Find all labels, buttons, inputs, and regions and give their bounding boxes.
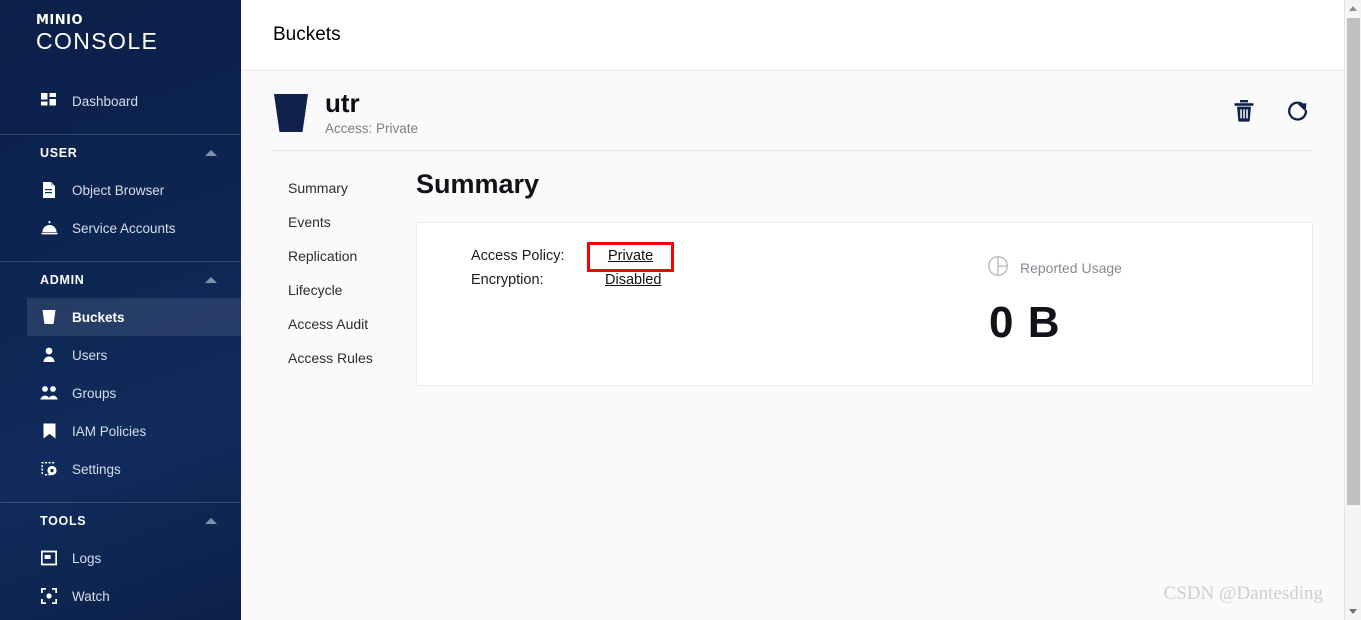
field-access-policy: Access Policy: Private [471,241,977,272]
access-policy-highlight: Private [587,241,675,272]
sidebar-item-label: Service Accounts [72,220,176,236]
page-header: Buckets [241,0,1361,71]
bucket-access-line: Access: Private [325,120,419,136]
field-label: Access Policy: [471,247,565,264]
sidebar-item-users[interactable]: Users [0,336,241,374]
sidebar-section-label: ADMIN [40,273,85,288]
main-content: Buckets utr Access: Private Summary Even… [241,0,1361,620]
sidebar-section-label: USER [40,146,78,161]
chevron-up-icon [205,150,217,157]
sidebar-section-label: TOOLS [40,514,87,529]
bucket-tabs: Summary Events Replication Lifecycle Acc… [241,173,416,386]
sidebar-item-label: Groups [72,385,117,401]
sidebar-item-watch[interactable]: Watch [0,577,241,615]
bookmark-icon [40,422,58,440]
sidebar-item-iam-policies[interactable]: IAM Policies [0,412,241,450]
logo-product: CONSOLE [36,28,159,54]
sidebar-section-user[interactable]: USER [0,135,241,171]
vertical-scrollbar[interactable] [1344,0,1361,620]
gear-icon [40,460,58,478]
tab-access-rules[interactable]: Access Rules [288,343,416,377]
bucket-name: utr [325,88,360,118]
sidebar-item-object-browser[interactable]: Object Browser [0,171,241,209]
pie-chart-icon [987,255,1009,282]
tab-access-audit[interactable]: Access Audit [288,309,416,343]
sidebar-item-trace[interactable]: Trace [0,615,241,620]
summary-fields: Access Policy: Private Encryption: Disab… [417,223,977,385]
sidebar-item-logs[interactable]: Logs [0,539,241,577]
summary-panel: Summary Access Policy: Private Encryptio… [416,169,1361,386]
chevron-up-icon [205,277,217,284]
trash-icon [1233,99,1255,126]
summary-card: Access Policy: Private Encryption: Disab… [416,221,1313,386]
app-logo[interactable]: MINIO CONSOLE [0,0,241,54]
refresh-button[interactable] [1285,99,1311,125]
tab-label: Events [288,213,331,230]
groups-icon [40,384,58,402]
sidebar-item-label: IAM Policies [72,423,147,439]
scroll-thumb[interactable] [1347,18,1360,505]
bucket-body: Summary Events Replication Lifecycle Acc… [241,151,1361,386]
sidebar-item-label: Users [72,347,108,363]
bucket-meta: utr Access: Private [325,89,1231,136]
reported-usage-header: Reported Usage [987,255,1122,282]
chevron-up-icon [1349,6,1357,11]
tab-label: Lifecycle [288,281,343,298]
tab-lifecycle[interactable]: Lifecycle [288,275,416,309]
user-icon [40,346,58,364]
reported-usage-block: Reported Usage 0 B [987,223,1122,385]
sidebar-item-label: Dashboard [72,93,139,109]
logo-brand: MINIO [36,13,84,28]
tab-label: Replication [288,247,358,264]
sidebar-item-settings[interactable]: Settings [0,450,241,488]
bucket-icon [40,308,58,326]
encryption-value: Disabled [605,271,661,289]
reported-usage-value: 0 B [989,297,1061,347]
scroll-down-button[interactable] [1345,603,1361,620]
page-title: Buckets [273,24,341,45]
access-policy-link[interactable]: Private [608,248,653,264]
logs-icon [40,549,58,567]
tab-summary[interactable]: Summary [288,173,416,207]
sidebar-item-label: Object Browser [72,182,165,198]
watermark: CSDN @Dantesding [1163,583,1323,604]
minio-console-window: MINIO CONSOLE Dashboard USER Object Brow… [0,0,1361,620]
chevron-down-icon [1349,609,1357,614]
delete-bucket-button[interactable] [1231,99,1257,125]
document-icon [40,181,58,199]
dashboard-icon [40,92,58,110]
sidebar: MINIO CONSOLE Dashboard USER Object Brow… [0,0,241,620]
sidebar-item-dashboard[interactable]: Dashboard [0,82,241,120]
field-label: Encryption: [471,271,544,288]
sidebar-item-label: Watch [72,588,110,604]
sidebar-item-service-accounts[interactable]: Service Accounts [0,209,241,247]
field-encryption: Encryption: Disabled [471,271,977,297]
tab-events[interactable]: Events [288,207,416,241]
tab-label: Summary [288,179,348,196]
reported-usage-label: Reported Usage [1020,260,1122,277]
refresh-icon [1286,99,1310,126]
encryption-link[interactable]: Disabled [605,272,661,288]
tab-replication[interactable]: Replication [288,241,416,275]
sidebar-item-label: Logs [72,550,102,566]
bucket-header: utr Access: Private [241,71,1361,136]
tab-label: Access Rules [288,349,373,366]
sidebar-item-groups[interactable]: Groups [0,374,241,412]
bucket-icon [273,93,309,133]
sidebar-section-admin[interactable]: ADMIN [0,262,241,298]
tab-label: Access Audit [288,315,369,332]
service-bell-icon [40,219,58,237]
scroll-up-button[interactable] [1345,0,1361,17]
bucket-actions [1231,99,1329,125]
sidebar-item-label: Buckets [72,309,125,325]
sidebar-section-tools[interactable]: TOOLS [0,503,241,539]
chevron-up-icon [205,518,217,525]
watch-icon [40,587,58,605]
sidebar-item-label: Settings [72,461,121,477]
sidebar-item-buckets[interactable]: Buckets [27,298,241,337]
summary-title: Summary [416,168,540,199]
